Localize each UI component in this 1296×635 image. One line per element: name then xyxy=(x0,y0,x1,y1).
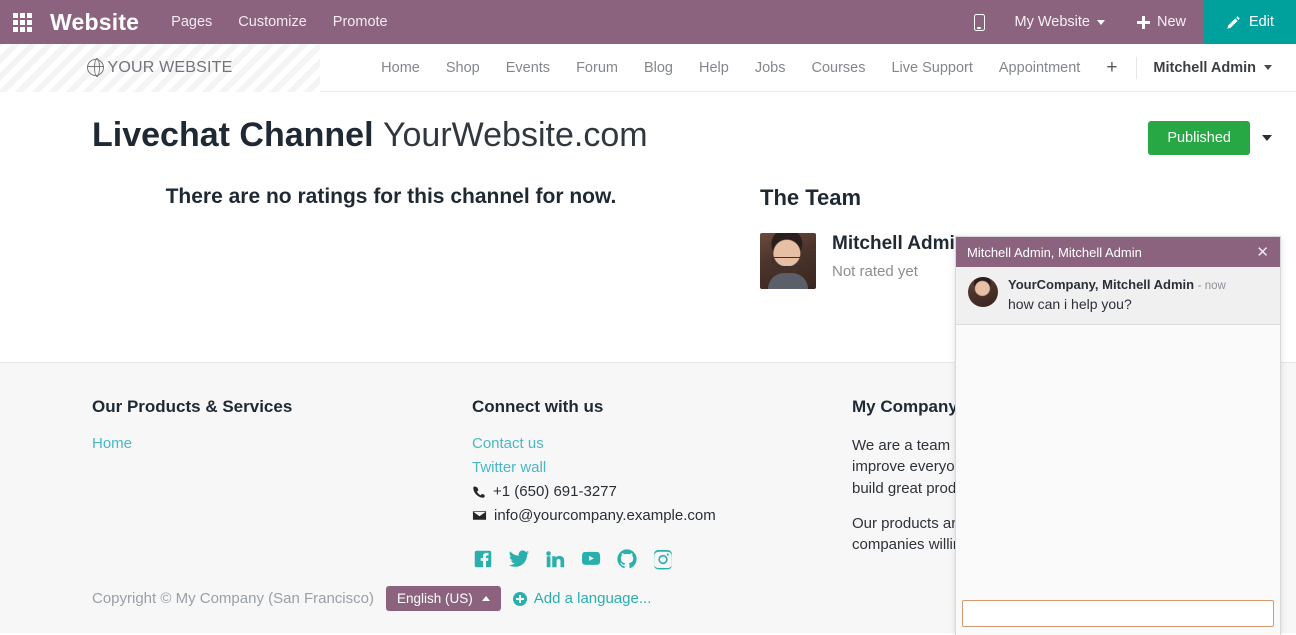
livechat-message-author: YourCompany, Mitchell Admin - now xyxy=(1008,277,1268,292)
odoo-top-bar: Website Pages Customize Promote My Websi… xyxy=(0,0,1296,44)
plus-icon xyxy=(1136,15,1150,29)
add-nav-item-icon[interactable]: + xyxy=(1093,58,1130,77)
nav-appointment[interactable]: Appointment xyxy=(986,60,1093,76)
avatar xyxy=(968,277,998,307)
nav-live-support[interactable]: Live Support xyxy=(878,60,985,76)
footer-column-connect: Connect with us Contact us Twitter wall … xyxy=(472,397,852,570)
linkedin-icon[interactable] xyxy=(544,548,566,570)
footer-email: info@yourcompany.example.com xyxy=(472,507,852,524)
footer-link-home[interactable]: Home xyxy=(92,435,472,452)
nav-blog[interactable]: Blog xyxy=(631,60,686,76)
edit-button[interactable]: Edit xyxy=(1204,0,1296,44)
user-menu-label: Mitchell Admin xyxy=(1153,59,1256,76)
chevron-down-icon xyxy=(1096,19,1105,25)
livechat-input-wrap xyxy=(956,594,1280,635)
edit-button-label: Edit xyxy=(1249,14,1274,30)
website-selector-label: My Website xyxy=(1014,14,1090,30)
footer-heading-connect: Connect with us xyxy=(472,397,604,416)
page-title: Livechat Channel YourWebsite.com xyxy=(92,116,648,155)
app-title: Website xyxy=(50,8,140,35)
circle-plus-icon xyxy=(512,591,527,606)
globe-icon xyxy=(86,58,105,78)
footer-email-value: info@yourcompany.example.com xyxy=(494,507,716,524)
nav-divider xyxy=(1136,56,1138,79)
envelope-icon xyxy=(472,511,487,520)
nav-home[interactable]: Home xyxy=(368,60,433,76)
page-title-suffix: YourWebsite.com xyxy=(382,116,648,154)
phone-icon xyxy=(473,485,485,498)
chevron-down-icon xyxy=(1264,65,1272,70)
footer-link-twitter-wall[interactable]: Twitter wall xyxy=(472,459,852,476)
website-header: YOUR WEBSITE Home Shop Events Forum Blog… xyxy=(0,43,1296,92)
livechat-message-text: how can i help you? xyxy=(1008,296,1132,312)
livechat-header[interactable]: Mitchell Admin, Mitchell Admin ✕ xyxy=(956,237,1280,267)
team-member: Mitchell Admin Not rated yet xyxy=(760,233,967,290)
apps-grid-icon[interactable] xyxy=(0,0,44,44)
team-member-status: Not rated yet xyxy=(832,263,918,281)
site-logo-text: YOUR WEBSITE xyxy=(107,58,233,76)
twitter-icon[interactable] xyxy=(508,548,530,570)
livechat-body: YourCompany, Mitchell Admin - now how ca… xyxy=(956,267,1280,594)
github-icon[interactable] xyxy=(616,548,638,570)
livechat-author-name: YourCompany, Mitchell Admin xyxy=(1008,277,1195,292)
social-links xyxy=(472,548,852,570)
pencil-icon xyxy=(1227,15,1240,29)
no-ratings-message: There are no ratings for this channel fo… xyxy=(165,185,617,209)
add-language-link[interactable]: Add a language... xyxy=(512,590,652,607)
odoo-bar-right: My Website New Edit xyxy=(958,0,1296,44)
nav-shop[interactable]: Shop xyxy=(433,60,493,76)
new-button-label: New xyxy=(1156,14,1186,30)
ratings-section: There are no ratings for this channel fo… xyxy=(0,185,760,289)
team-heading: The Team xyxy=(760,185,862,211)
nav-events[interactable]: Events xyxy=(493,60,563,76)
footer-phone-value: +1 (650) 691-3277 xyxy=(493,483,617,500)
page-title-row: Livechat Channel YourWebsite.com Publish… xyxy=(0,92,1296,155)
add-language-label: Add a language... xyxy=(533,590,652,607)
language-selector-label: English (US) xyxy=(396,591,473,606)
user-menu[interactable]: Mitchell Admin xyxy=(1143,60,1272,76)
livechat-message-time: - now xyxy=(1197,280,1226,292)
nav-courses[interactable]: Courses xyxy=(798,60,878,76)
facebook-icon[interactable] xyxy=(472,548,494,570)
close-icon[interactable]: ✕ xyxy=(1248,245,1269,260)
chevron-up-icon xyxy=(481,596,490,601)
nav-help[interactable]: Help xyxy=(686,60,742,76)
instagram-icon[interactable] xyxy=(652,548,674,570)
menu-customize[interactable]: Customize xyxy=(238,14,307,30)
mobile-preview-icon[interactable] xyxy=(958,13,1001,31)
footer-link-contact-us[interactable]: Contact us xyxy=(472,435,852,452)
livechat-window: Mitchell Admin, Mitchell Admin ✕ YourCom… xyxy=(955,236,1281,635)
publish-status-button[interactable]: Published xyxy=(1148,121,1250,155)
livechat-title: Mitchell Admin, Mitchell Admin xyxy=(967,244,1142,260)
youtube-icon[interactable] xyxy=(580,548,602,570)
website-selector[interactable]: My Website xyxy=(1001,14,1119,30)
livechat-message: YourCompany, Mitchell Admin - now how ca… xyxy=(956,267,1280,325)
new-button[interactable]: New xyxy=(1119,14,1204,30)
language-selector[interactable]: English (US) xyxy=(385,586,501,611)
footer-bottom: Copyright © My Company (San Francisco) E… xyxy=(92,586,651,611)
menu-promote[interactable]: Promote xyxy=(333,14,388,30)
nav-jobs[interactable]: Jobs xyxy=(742,60,799,76)
copyright-text: Copyright © My Company (San Francisco) xyxy=(92,590,374,607)
nav-forum[interactable]: Forum xyxy=(563,60,631,76)
odoo-menubar: Pages Customize Promote xyxy=(171,14,387,30)
publish-dropdown-icon[interactable] xyxy=(1262,135,1272,141)
footer-column-products: Our Products & Services Home xyxy=(92,397,472,570)
footer-phone: +1 (650) 691-3277 xyxy=(472,483,852,500)
footer-heading-products: Our Products & Services xyxy=(92,397,293,416)
publish-controls: Published xyxy=(1148,116,1272,155)
livechat-input[interactable] xyxy=(962,600,1274,627)
avatar xyxy=(760,233,816,290)
menu-pages[interactable]: Pages xyxy=(171,14,212,30)
site-navigation: Home Shop Events Forum Blog Help Jobs Co… xyxy=(368,56,1272,79)
page-title-main: Livechat Channel xyxy=(92,116,374,154)
team-member-name: Mitchell Admin xyxy=(832,233,967,255)
team-section: The Team Mitchell Admin Not rated yet xyxy=(760,185,967,290)
site-logo[interactable]: YOUR WEBSITE xyxy=(0,43,320,92)
